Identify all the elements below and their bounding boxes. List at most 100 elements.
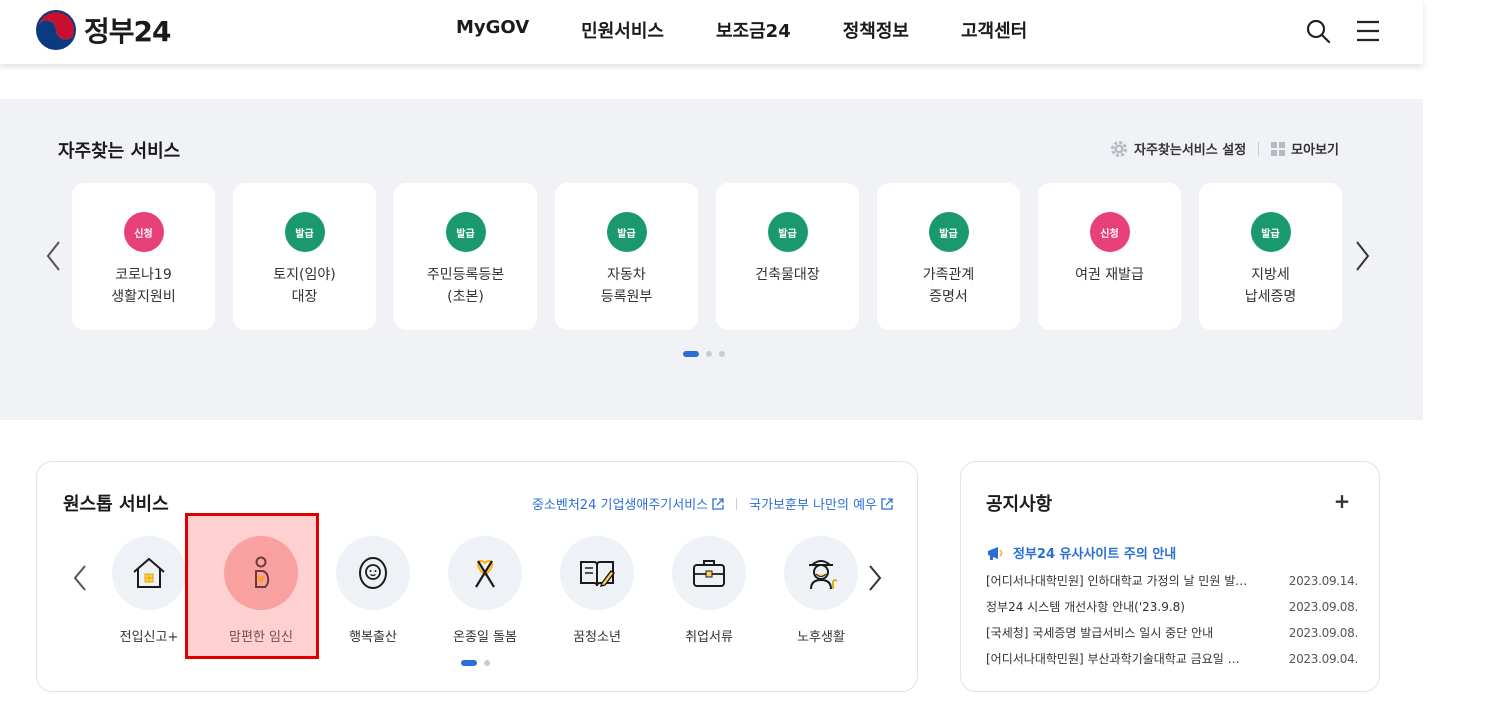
gear-icon xyxy=(1110,140,1127,157)
taegeuk-emblem-icon xyxy=(36,10,76,50)
pagination-dot-1[interactable] xyxy=(683,351,699,357)
service-badge: 발급 xyxy=(928,212,969,252)
onestop-icon-circle xyxy=(336,536,410,610)
link-veterans[interactable]: 국가보훈부 나만의 예우 xyxy=(749,494,893,513)
notice-item[interactable]: [국세청] 국세증명 발급서비스 일시 중단 안내 2023.09.08. xyxy=(986,620,1358,646)
service-card-label: 토지(임야) 대장 xyxy=(273,267,336,305)
notice-item-title: [국세청] 국세증명 발급서비스 일시 중단 안내 xyxy=(986,626,1214,640)
main-nav: MyGOV 민원서비스 보조금24 정책정보 고객센터 xyxy=(456,17,1027,43)
onestop-item-youth[interactable]: 꿈청소년 xyxy=(541,536,653,645)
frequent-settings-button[interactable]: 자주찾는서비스 설정 xyxy=(1110,139,1246,158)
service-card[interactable]: 신청 여권 재발급 xyxy=(1038,183,1181,330)
pagination-dot-3[interactable] xyxy=(719,351,725,357)
hamburger-menu-icon[interactable] xyxy=(1354,17,1382,45)
onestop-icon-circle xyxy=(224,536,298,610)
collect-view-label: 모아보기 xyxy=(1291,143,1339,158)
onestop-item-move-in[interactable]: 전입신고+ xyxy=(93,536,205,645)
service-card[interactable]: 발급 주민등록등본 (초본) xyxy=(394,183,537,330)
service-badge: 발급 xyxy=(767,212,808,252)
onestop-pagination xyxy=(461,660,490,666)
book-pencil-icon xyxy=(580,561,616,587)
link-smes24-label: 중소벤처24 기업생애주기서비스 xyxy=(531,498,709,513)
onestop-item-elderly[interactable]: 노후생활 xyxy=(765,536,877,645)
chevron-right-icon[interactable] xyxy=(866,563,884,593)
service-badge: 발급 xyxy=(1250,212,1291,252)
notice-item[interactable]: [어디서나대학민원] 인하대학교 가정의 날 민원 발… 2023.09.14. xyxy=(986,568,1358,594)
onestop-services-section: 원스톱 서비스 중소벤처24 기업생애주기서비스 국가보훈부 나만의 예우 전입… xyxy=(36,461,918,692)
tools-divider xyxy=(1258,141,1260,156)
notice-section: 공지사항 + 정부24 유사사이트 주의 안내 [어디서나대학민원] 인하대학교… xyxy=(960,461,1380,692)
logo-text: 정부24 xyxy=(84,15,171,48)
elder-icon xyxy=(809,560,838,590)
chevron-left-icon[interactable] xyxy=(44,239,64,273)
pagination-dot-1[interactable] xyxy=(461,660,477,666)
ribbon-heart-icon xyxy=(475,559,495,588)
onestop-item-birth[interactable]: 행복출산 xyxy=(317,536,429,645)
onestop-label: 노후생활 xyxy=(797,630,845,645)
link-veterans-label: 국가보훈부 나만의 예우 xyxy=(749,498,877,513)
onestop-icon-circle xyxy=(560,536,634,610)
onestop-carousel: 전입신고+ 맘편한 임신 행복출산 온종일 돌봄 꿈청소년 취업서류 노후생활 xyxy=(93,536,877,645)
notice-item-date: 2023.09.08. xyxy=(1288,626,1359,640)
notice-pinned-label: 정부24 유사사이트 주의 안내 xyxy=(1013,547,1177,562)
notice-item-date: 2023.09.14. xyxy=(1288,574,1359,588)
search-icon[interactable] xyxy=(1304,17,1332,45)
onestop-item-childcare[interactable]: 온종일 돌봄 xyxy=(429,536,541,645)
service-card[interactable]: 발급 지방세 납세증명 xyxy=(1199,183,1342,330)
pregnancy-icon xyxy=(255,556,270,588)
onestop-label: 온종일 돌봄 xyxy=(453,630,517,645)
grid-icon xyxy=(1271,141,1286,156)
notice-item-date: 2023.09.04. xyxy=(1288,652,1359,666)
notice-item[interactable]: [어디서나대학민원] 부산과학기술대학교 금요일 … 2023.09.04. xyxy=(986,646,1358,672)
onestop-label: 맘편한 임신 xyxy=(229,630,293,645)
service-card-label: 건축물대장 xyxy=(755,267,820,283)
carousel-pagination xyxy=(683,351,725,357)
briefcase-icon xyxy=(693,560,725,587)
onestop-icon-circle xyxy=(448,536,522,610)
service-card-label: 여권 재발급 xyxy=(1075,267,1144,283)
frequent-settings-label: 자주찾는서비스 설정 xyxy=(1133,143,1247,158)
notice-more-button[interactable]: + xyxy=(1331,490,1353,512)
nav-mygov[interactable]: MyGOV xyxy=(456,17,529,43)
onestop-icon-circle xyxy=(784,536,858,610)
top-header: 정부24 MyGOV 민원서비스 보조금24 정책정보 고객센터 xyxy=(0,0,1423,64)
service-card-label: 가족관계 증명서 xyxy=(922,267,975,305)
onestop-label: 전입신고+ xyxy=(119,630,179,645)
notice-item-date: 2023.09.08. xyxy=(1288,600,1359,614)
service-card-label: 코로나19 생활지원비 xyxy=(111,267,176,305)
frequent-services-tools: 자주찾는서비스 설정 모아보기 xyxy=(1110,139,1339,158)
onestop-item-employment[interactable]: 취업서류 xyxy=(653,536,765,645)
nav-civil-service[interactable]: 민원서비스 xyxy=(581,17,664,43)
onestop-external-links: 중소벤처24 기업생애주기서비스 국가보훈부 나만의 예우 xyxy=(532,494,893,513)
notice-pinned-item[interactable]: 정부24 유사사이트 주의 안내 xyxy=(986,543,1176,562)
service-badge: 발급 xyxy=(606,212,647,252)
frequent-services-section: 자주찾는 서비스 자주찾는서비스 설정 모아보기 신청 코로나19 생활지원비 발급… xyxy=(0,99,1423,420)
notice-item-title: [어디서나대학민원] 인하대학교 가정의 날 민원 발… xyxy=(986,574,1248,588)
nav-policy-info[interactable]: 정책정보 xyxy=(843,17,909,43)
collect-view-button[interactable]: 모아보기 xyxy=(1271,139,1339,158)
service-card-label: 자동차 등록원부 xyxy=(600,267,653,305)
service-badge: 신청 xyxy=(123,212,164,252)
links-divider xyxy=(736,497,738,510)
service-card[interactable]: 발급 토지(임야) 대장 xyxy=(233,183,376,330)
onestop-title: 원스톱 서비스 xyxy=(63,494,169,515)
onestop-item-pregnancy[interactable]: 맘편한 임신 xyxy=(205,536,317,645)
nav-subsidy24[interactable]: 보조금24 xyxy=(716,17,791,43)
chevron-right-icon[interactable] xyxy=(1352,239,1372,273)
service-card[interactable]: 신청코로나19 생활지원비 xyxy=(72,183,215,330)
baby-icon xyxy=(359,557,387,589)
onestop-label: 취업서류 xyxy=(685,630,733,645)
pagination-dot-2[interactable] xyxy=(484,660,490,666)
notice-item-title: [어디서나대학민원] 부산과학기술대학교 금요일 … xyxy=(986,652,1240,666)
service-card[interactable]: 발급가족관계 증명서 xyxy=(877,183,1020,330)
service-card[interactable]: 발급건축물대장 xyxy=(716,183,859,330)
notice-item[interactable]: 정부24 시스템 개선사항 안내('23.9.8) 2023.09.08. xyxy=(986,594,1358,620)
link-smes24[interactable]: 중소벤처24 기업생애주기서비스 xyxy=(532,494,724,513)
pagination-dot-2[interactable] xyxy=(706,351,712,357)
nav-customer-center[interactable]: 고객센터 xyxy=(961,17,1027,43)
site-logo[interactable]: 정부24 xyxy=(36,10,171,50)
onestop-icon-circle xyxy=(672,536,746,610)
house-icon xyxy=(133,557,165,588)
service-card[interactable]: 발급자동차 등록원부 xyxy=(555,183,698,330)
chevron-left-icon[interactable] xyxy=(71,563,89,593)
